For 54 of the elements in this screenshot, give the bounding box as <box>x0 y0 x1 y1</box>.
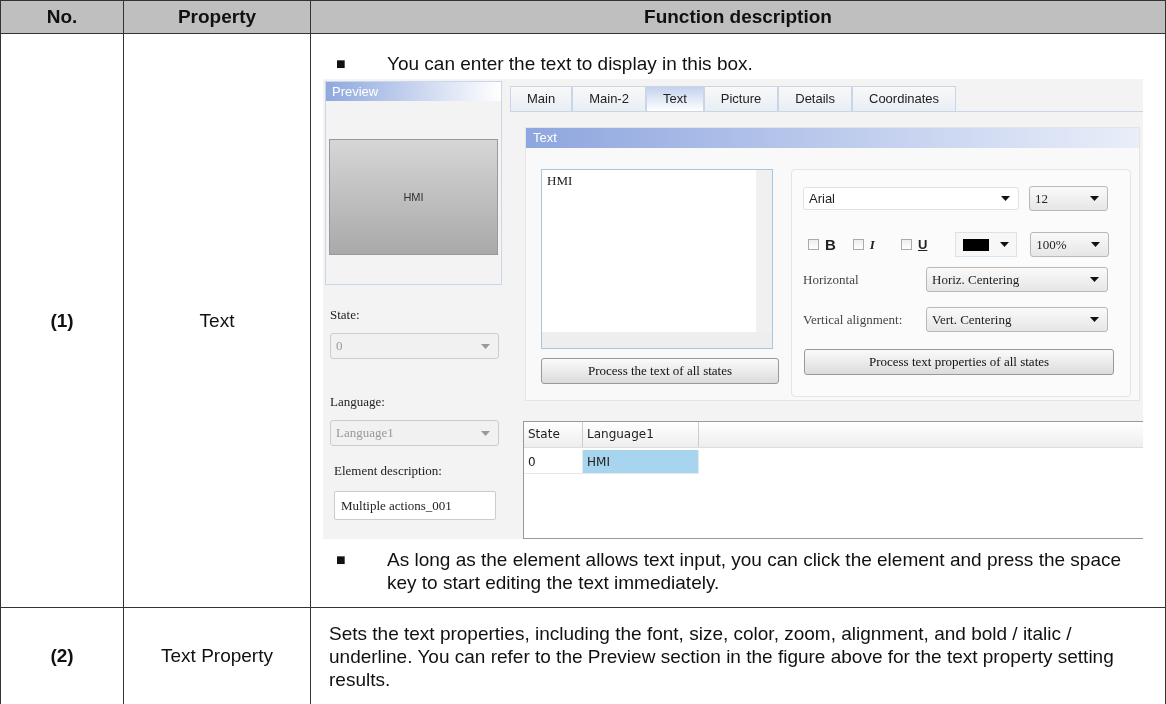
style-label: B <box>825 236 836 253</box>
caret-icon <box>1000 242 1010 247</box>
caret-icon <box>1090 317 1099 322</box>
column-header[interactable]: State <box>524 421 583 447</box>
input-field[interactable]: Multiple actions_001 <box>334 491 496 520</box>
panel-title: Text <box>526 128 1139 148</box>
field-label: Language: <box>330 394 386 410</box>
process-properties-button[interactable]: Process text properties of all states <box>804 349 1114 375</box>
bullet-text: As long as the element allows text input, you can click the element and press the space key to start editing the text immediately. <box>387 548 1123 594</box>
checkbox[interactable] <box>852 239 864 250</box>
caret-icon <box>1091 242 1101 247</box>
style-label: U <box>917 237 928 252</box>
property-name: Text <box>124 34 311 608</box>
column-header[interactable]: Language1 <box>583 421 699 447</box>
size-dropdown[interactable]: 12 <box>1029 186 1108 211</box>
text-area[interactable]: HMI <box>541 169 773 349</box>
column-header: No. <box>1 0 124 34</box>
font-dropdown[interactable]: Arial <box>803 187 1019 210</box>
field-label: Horizontal <box>803 271 860 288</box>
tab[interactable]: Text <box>645 86 704 111</box>
row-number: (1) <box>1 34 124 608</box>
field-label: State: <box>330 307 361 323</box>
bullet-icon: ■ <box>323 52 387 75</box>
caret-icon <box>1001 196 1010 201</box>
column-header: Function description <box>311 0 1166 34</box>
property-name: Text Property <box>124 608 311 704</box>
tab[interactable]: Main <box>510 86 573 111</box>
vertical-dropdown[interactable]: Vert. Centering <box>926 307 1108 332</box>
tab[interactable]: Details <box>778 86 852 111</box>
tab[interactable]: Coordinates <box>852 86 957 111</box>
description-text: Sets the text properties, including the font, size, color, zoom, alignment, and bold / italic / underline. You can refer to the Preview section in the figure above for the text property setting results. <box>329 621 1115 691</box>
caret-icon <box>1090 277 1099 282</box>
checkbox[interactable] <box>900 239 912 250</box>
grid-cell[interactable]: HMI <box>583 449 699 474</box>
row-number: (2) <box>1 608 124 704</box>
caret-icon <box>481 343 490 349</box>
preview-title: Preview <box>326 82 501 101</box>
bullet-icon: ■ <box>323 548 387 571</box>
column-header: Property <box>124 0 311 34</box>
tab[interactable]: Picture <box>703 86 779 111</box>
field-label: Vertical alignment: <box>803 311 904 328</box>
caret-icon <box>481 430 490 436</box>
scrollbar[interactable] <box>542 332 772 348</box>
checkbox[interactable] <box>808 239 819 250</box>
process-text-button[interactable]: Process the text of all states <box>541 358 779 384</box>
zoom-dropdown[interactable]: 100% <box>1030 232 1110 257</box>
caret-icon <box>1090 196 1099 201</box>
field-label: Element description: <box>334 463 443 479</box>
tab[interactable]: Main-2 <box>572 86 646 111</box>
bullet-text: You can enter the text to display in this box. <box>387 52 754 75</box>
color-picker[interactable] <box>955 232 1018 257</box>
horizontal-dropdown[interactable]: Horiz. Centering <box>926 267 1108 292</box>
style-label: I <box>869 236 875 253</box>
scrollbar[interactable] <box>756 170 772 332</box>
